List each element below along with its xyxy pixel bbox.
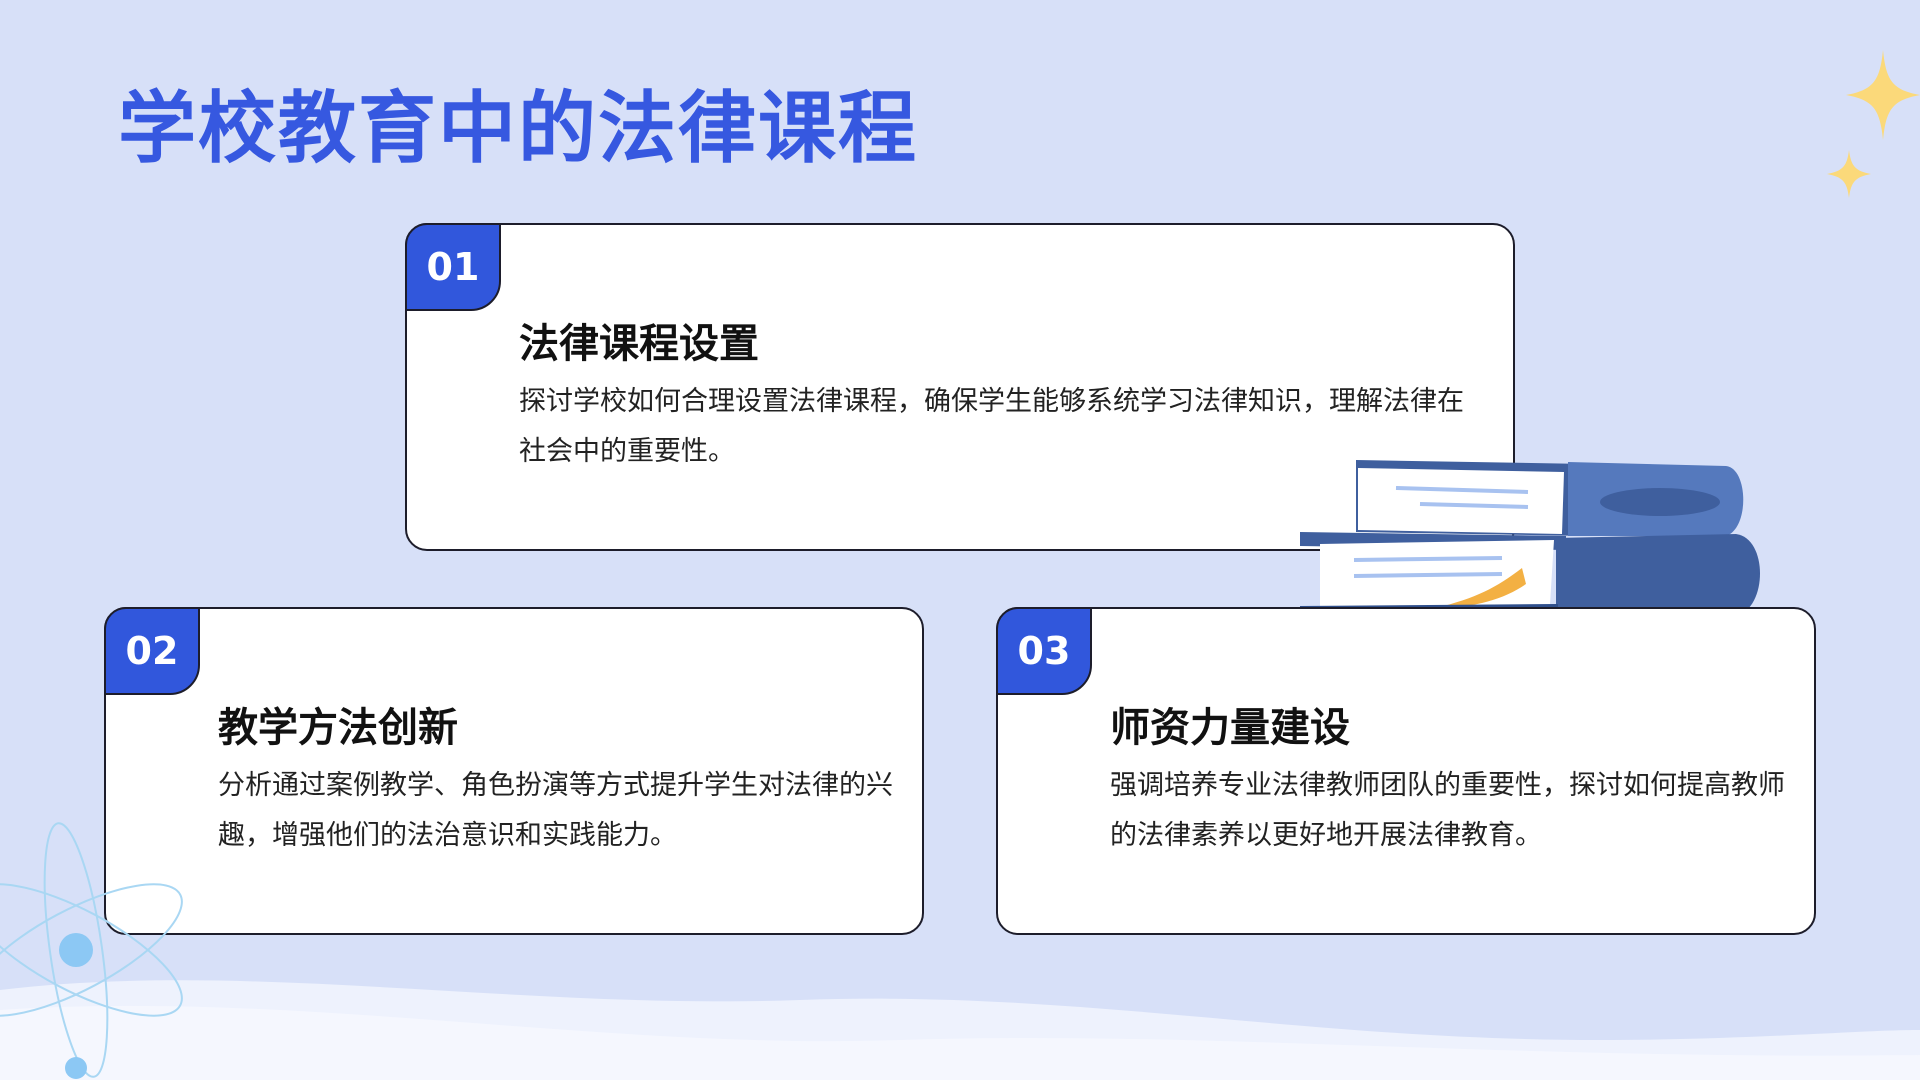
card-title: 教学方法创新 [218,705,458,751]
sparkle-icon [1846,50,1920,140]
books-icon [1300,460,1760,618]
sparkle-small-icon [1827,150,1871,198]
atom-icon [0,822,183,1079]
card-teaching-methods: 02 教学方法创新 分析通过案例教学、角色扮演等方式提升学生对法律的兴趣，增强他… [104,607,924,935]
card-number: 01 [405,223,501,311]
card-title: 师资力量建设 [1110,705,1350,751]
card-number: 02 [104,607,200,695]
card-teacher-development: 03 师资力量建设 强调培养专业法律教师团队的重要性，探讨如何提高教师的法律素养… [996,607,1816,935]
card-title: 法律课程设置 [519,321,759,367]
card-number: 03 [996,607,1092,695]
card-description: 强调培养专业法律教师团队的重要性，探讨如何提高教师的法律素养以更好地开展法律教育… [1110,770,1785,851]
page-title: 学校教育中的法律课程 [118,84,919,174]
card-description: 分析通过案例教学、角色扮演等方式提升学生对法律的兴趣，增强他们的法治意识和实践能… [218,770,893,851]
